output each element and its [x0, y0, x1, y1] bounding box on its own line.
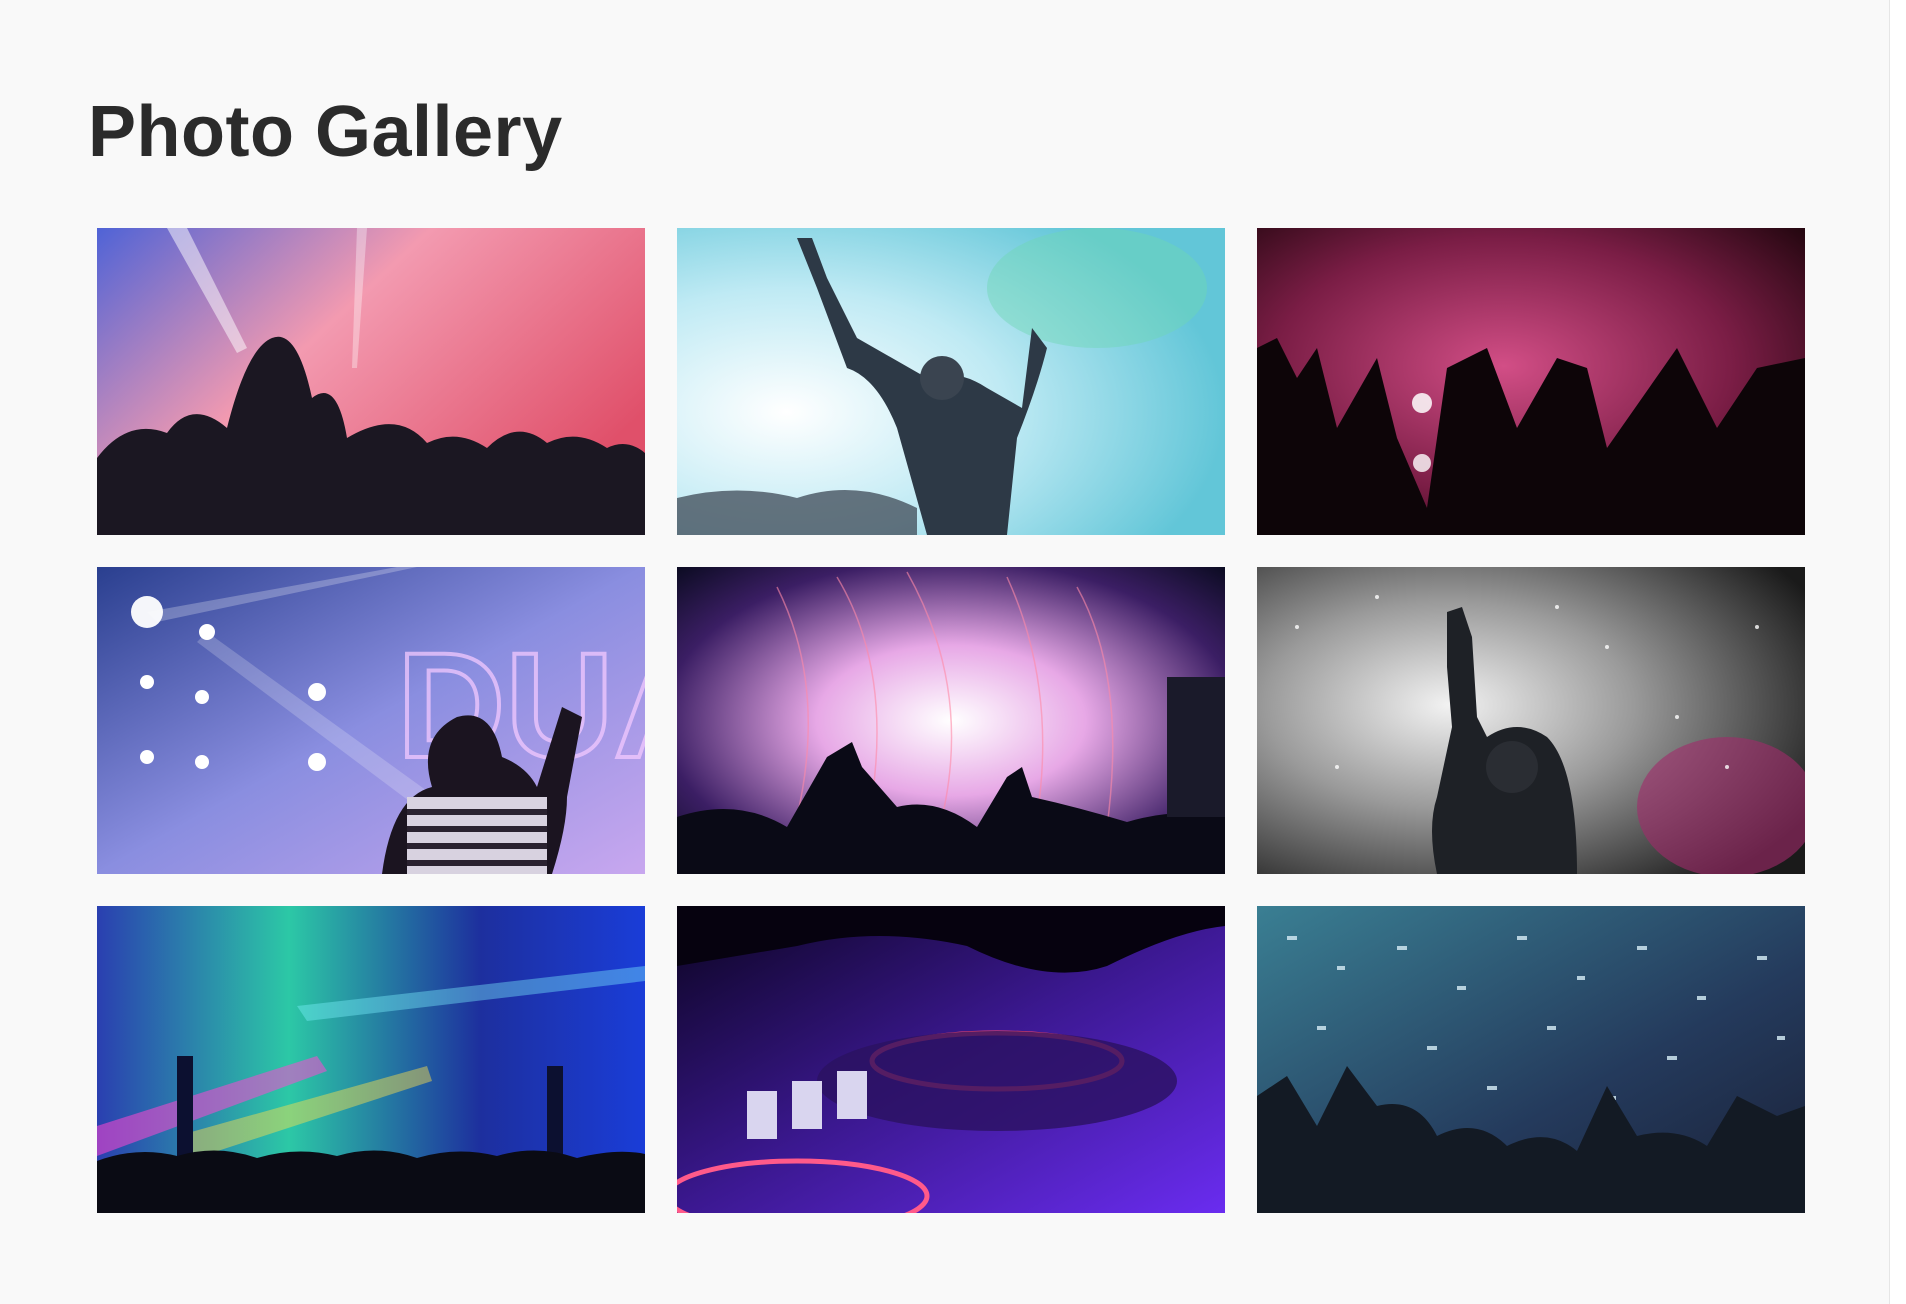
- photo-image: [677, 228, 1225, 535]
- gallery-photo[interactable]: [677, 228, 1225, 535]
- page-title: Photo Gallery: [88, 92, 563, 172]
- gallery-photo[interactable]: [677, 567, 1225, 874]
- photo-image: [97, 228, 645, 535]
- photo-image: [1257, 567, 1805, 874]
- gallery-photo[interactable]: [97, 906, 645, 1213]
- gallery-photo[interactable]: [97, 228, 645, 535]
- photo-image: [677, 567, 1225, 874]
- photo-image: [1257, 906, 1805, 1213]
- gallery-photo[interactable]: [1257, 228, 1805, 535]
- gallery-photo[interactable]: [677, 906, 1225, 1213]
- photo-image: [97, 906, 645, 1213]
- gallery-page: Photo Gallery DU: [0, 0, 1906, 1304]
- photo-image: [1257, 228, 1805, 535]
- gallery-photo[interactable]: DUA: [97, 567, 645, 874]
- gallery-photo[interactable]: [1257, 567, 1805, 874]
- photo-grid: DUA: [97, 228, 1805, 1213]
- scrollbar[interactable]: [1889, 0, 1906, 1304]
- photo-image: DUA: [97, 567, 645, 874]
- gallery-photo[interactable]: [1257, 906, 1805, 1213]
- photo-image: [677, 906, 1225, 1213]
